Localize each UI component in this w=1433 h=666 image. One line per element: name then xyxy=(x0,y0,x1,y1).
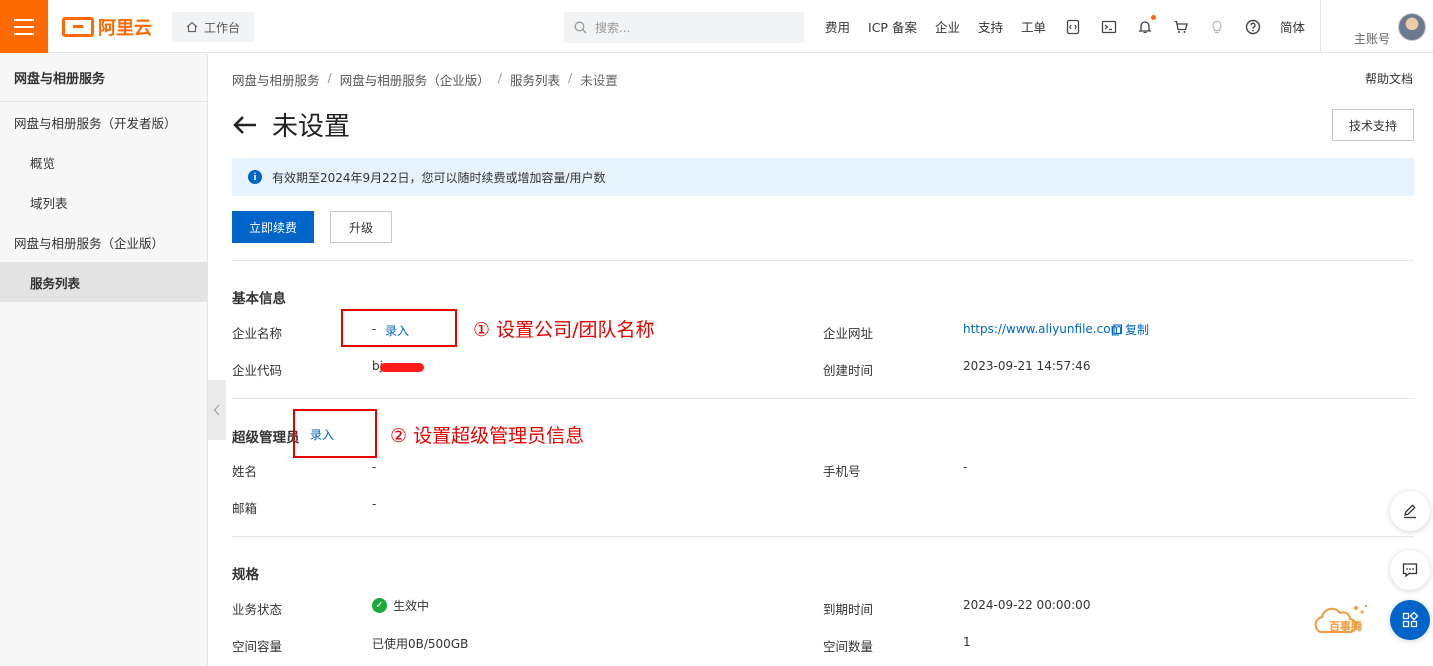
search-placeholder: 搜索... xyxy=(595,21,631,35)
page-header: 未设置 xyxy=(232,106,350,143)
chat-button[interactable] xyxy=(1390,550,1430,590)
capacity-label: 空间容量 xyxy=(232,639,283,654)
back-arrow-icon[interactable] xyxy=(232,114,258,136)
breadcrumb-item[interactable]: 网盘与相册服务 xyxy=(232,70,320,89)
admin-name-label: 姓名 xyxy=(232,464,258,479)
status-text: 生效中 xyxy=(393,599,430,613)
space-count-value: 1 xyxy=(963,635,971,649)
language-switch[interactable]: 简体 xyxy=(1280,17,1305,36)
nav-fees[interactable]: 费用 xyxy=(825,17,850,36)
help-icon[interactable] xyxy=(1244,18,1262,36)
apps-grid-icon xyxy=(1402,611,1419,628)
cart-icon[interactable] xyxy=(1172,18,1190,36)
account-divider xyxy=(1320,0,1321,53)
breadcrumb-current: 未设置 xyxy=(580,73,618,88)
created-time-label: 创建时间 xyxy=(823,363,874,378)
sidebar-item-enterprise[interactable]: 网盘与相册服务（企业版） xyxy=(0,222,207,262)
status-label: 业务状态 xyxy=(232,602,283,617)
divider xyxy=(232,260,1414,261)
logo-mark xyxy=(62,17,94,37)
help-doc-link[interactable]: 帮助文档 xyxy=(1365,70,1413,87)
notice-text: 有效期至2024年9月22日，您可以随时续费或增加容量/用户数 xyxy=(272,170,606,185)
account-label[interactable]: 主账号 xyxy=(1354,30,1390,47)
copy-icon xyxy=(1111,323,1123,336)
nav-enterprise[interactable]: 企业 xyxy=(935,17,960,36)
sidebar-item-service-list[interactable]: 服务列表 xyxy=(0,262,207,302)
sdk-icon[interactable] xyxy=(1064,18,1082,36)
annotation-box-2 xyxy=(293,409,377,458)
bell-icon[interactable] xyxy=(1136,14,1156,36)
annotation-box-1 xyxy=(341,309,457,347)
breadcrumb-item[interactable]: 网盘与相册服务（企业版） xyxy=(340,70,490,89)
logo-text: 阿里云 xyxy=(98,18,152,39)
page-title: 未设置 xyxy=(272,112,351,142)
expire-value: 2024-09-22 00:00:00 xyxy=(963,598,1091,612)
company-code-label: 企业代码 xyxy=(232,363,283,378)
renew-button[interactable]: 立即续费 xyxy=(232,211,314,243)
apps-button[interactable] xyxy=(1390,600,1430,640)
aliyun-logo[interactable]: 阿里云 xyxy=(62,15,152,39)
home-icon xyxy=(186,21,198,33)
breadcrumb-item[interactable]: 服务列表 xyxy=(510,70,560,89)
info-notice: i 有效期至2024年9月22日，您可以随时续费或增加容量/用户数 xyxy=(232,158,1414,196)
admin-name-value: - xyxy=(372,460,377,474)
capacity-value: 已使用0B/500GB xyxy=(372,637,469,651)
redaction-mark xyxy=(380,363,424,372)
basic-info-title: 基本信息 xyxy=(232,291,286,307)
company-url-label: 企业网址 xyxy=(823,326,874,341)
annotation-2: ② 设置超级管理员信息 xyxy=(390,425,585,447)
workbench-label: 工作台 xyxy=(203,20,240,35)
notification-dot xyxy=(1151,14,1156,20)
divider xyxy=(232,536,1414,537)
space-count-label: 空间数量 xyxy=(823,639,874,654)
workbench-button[interactable]: 工作台 xyxy=(172,12,254,42)
divider xyxy=(232,398,1414,399)
copy-label: 复制 xyxy=(1125,323,1150,337)
copy-button[interactable]: 复制 xyxy=(1111,321,1149,338)
annotation-1: ① 设置公司/团队名称 xyxy=(473,319,655,341)
breadcrumb: 网盘与相册服务 / 网盘与相册服务（企业版） / 服务列表 / 未设置 xyxy=(232,70,618,89)
breadcrumb-separator: / xyxy=(497,70,502,85)
chevron-left-icon xyxy=(213,404,220,416)
watermark-text: 百事腾 xyxy=(1329,620,1362,633)
sidebar: 网盘与相册服务 网盘与相册服务（开发者版） 概览 域列表 网盘与相册服务（企业版… xyxy=(0,54,208,666)
top-bar: 阿里云 工作台 搜索... 费用 ICP 备案 企业 支持 工单 简体 主账号 xyxy=(0,0,1433,53)
nav-ticket[interactable]: 工单 xyxy=(1021,17,1046,36)
menu-icon[interactable] xyxy=(0,0,48,53)
sidebar-title: 网盘与相册服务 xyxy=(0,54,207,102)
info-icon: i xyxy=(248,170,262,184)
search-input[interactable]: 搜索... xyxy=(564,12,804,43)
tech-support-button[interactable]: 技术支持 xyxy=(1332,109,1414,141)
sidebar-collapse-button[interactable] xyxy=(208,380,226,440)
spec-title: 规格 xyxy=(232,567,259,583)
breadcrumb-separator: / xyxy=(327,70,332,85)
breadcrumb-separator: / xyxy=(567,70,573,85)
created-time-value: 2023-09-21 14:57:46 xyxy=(963,359,1091,373)
search-icon xyxy=(574,21,587,34)
nav-support[interactable]: 支持 xyxy=(978,17,1003,36)
admin-phone-label: 手机号 xyxy=(823,464,861,479)
company-name-label: 企业名称 xyxy=(232,326,283,341)
sidebar-item-domains[interactable]: 域列表 xyxy=(0,182,207,222)
chat-icon xyxy=(1402,563,1418,578)
expire-label: 到期时间 xyxy=(823,602,874,617)
admin-phone-value: - xyxy=(963,460,968,474)
super-admin-title: 超级管理员 xyxy=(232,430,300,446)
admin-email-value: - xyxy=(372,497,377,511)
sidebar-item-overview[interactable]: 概览 xyxy=(0,142,207,182)
edit-icon xyxy=(1404,504,1416,519)
company-url-link[interactable]: https://www.aliyunfile.com xyxy=(963,322,1122,336)
nav-icp[interactable]: ICP 备案 xyxy=(868,17,917,36)
watermark-logo: 百事腾 xyxy=(1312,602,1374,638)
status-value: ✓ 生效中 xyxy=(372,597,429,614)
upgrade-button[interactable]: 升级 xyxy=(330,211,392,243)
sidebar-item-developer[interactable]: 网盘与相册服务（开发者版） xyxy=(0,102,207,142)
terminal-icon[interactable] xyxy=(1100,18,1118,36)
top-nav: 费用 ICP 备案 企业 支持 工单 简体 xyxy=(816,0,1314,53)
avatar[interactable] xyxy=(1398,13,1426,41)
admin-email-label: 邮箱 xyxy=(232,501,258,516)
check-circle-icon: ✓ xyxy=(372,598,387,613)
lightbulb-icon[interactable] xyxy=(1208,18,1226,36)
edit-feedback-button[interactable] xyxy=(1390,491,1430,531)
